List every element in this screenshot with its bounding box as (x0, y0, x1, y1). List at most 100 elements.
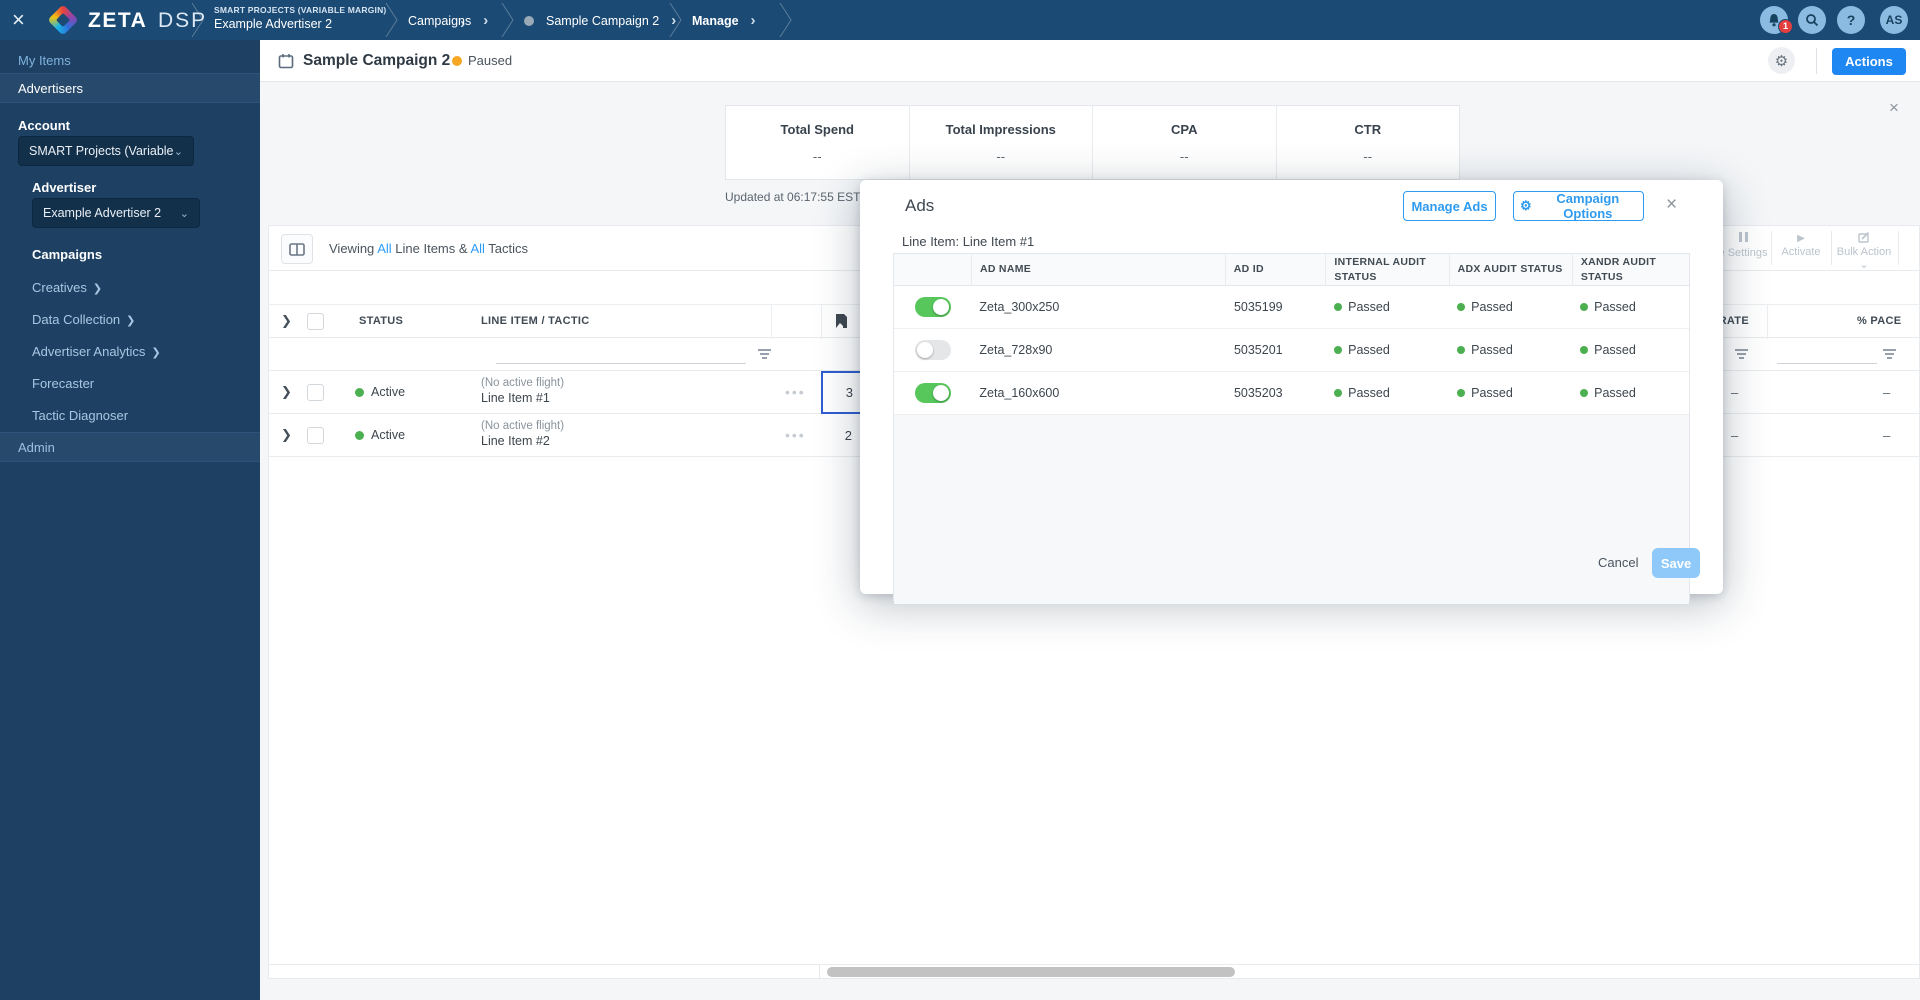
stat-value: -- (1179, 149, 1189, 164)
campaign-options-label: Campaign Options (1556, 191, 1620, 221)
ad-name: Zeta_300x250 (979, 300, 1060, 314)
column-header-status[interactable]: STATUS (359, 315, 403, 327)
column-header-line-item[interactable]: LINE ITEM / TACTIC (481, 315, 589, 327)
search-button[interactable] (1798, 6, 1826, 34)
toggle-knob (932, 299, 949, 315)
search-icon (1806, 14, 1819, 27)
row-menu-dots[interactable]: ••• (785, 427, 806, 443)
line-item-filter-input[interactable] (496, 346, 746, 364)
passed-dot-icon (1580, 346, 1589, 354)
actions-button[interactable]: Actions (1832, 48, 1906, 75)
viewing-all-tactics-link[interactable]: All (470, 241, 484, 256)
ad-id: 5035199 (1233, 300, 1283, 314)
sidebar-item-my-items[interactable]: My Items (18, 53, 71, 68)
ads-count-cell[interactable]: 2 (821, 414, 863, 457)
stat-total-spend: Total Spend -- (726, 106, 910, 179)
help-button[interactable]: ? (1837, 6, 1865, 34)
save-button[interactable]: Save (1652, 548, 1700, 578)
manage-ads-button[interactable]: Manage Ads (1403, 191, 1496, 221)
breadcrumb-separator-icon (501, 3, 514, 37)
row-checkbox[interactable] (307, 384, 324, 401)
ad-toggle-1[interactable] (914, 340, 951, 360)
column-header-pace[interactable]: % PACE (1857, 315, 1901, 327)
nav-label: Campaigns (32, 247, 103, 262)
close-icon[interactable]: × (12, 0, 25, 40)
breadcrumb-campaigns[interactable]: Campaigns (408, 12, 488, 30)
expand-all-chevron[interactable]: ❯ (281, 313, 292, 329)
ad-toggle-0[interactable] (914, 297, 951, 317)
stat-value: -- (812, 149, 822, 164)
campaign-options-button[interactable]: ⚙ Campaign Options (1513, 191, 1644, 221)
sidebar-item-tactic-diagnoser[interactable]: Tactic Diagnoser (32, 408, 128, 423)
avatar-initials: AS (1885, 13, 1903, 27)
sidebar-item-creatives[interactable]: Creatives ❯ (32, 280, 102, 295)
toolbar-activate[interactable]: ▶ Activate (1771, 232, 1831, 258)
columns-toggle-button[interactable] (281, 234, 313, 264)
xandr-audit-status: Passed (1572, 386, 1689, 400)
ad-toggle-2[interactable] (914, 383, 951, 403)
sidebar-item-advertisers[interactable]: Advertisers (0, 73, 260, 103)
stats-card: Total Spend -- Total Impressions -- CPA … (725, 105, 1460, 180)
account-select-value: SMART Projects (Variable M... (29, 144, 174, 158)
cancel-button[interactable]: Cancel (1598, 555, 1638, 570)
sidebar-item-admin[interactable]: Admin (0, 432, 260, 462)
advertiser-select[interactable]: Example Advertiser 2 ⌄ (32, 198, 200, 228)
creative-doc-icon (836, 314, 847, 328)
stat-label: CPA (1171, 122, 1198, 137)
row-menu-dots[interactable]: ••• (785, 384, 806, 400)
filter-icon[interactable] (1883, 347, 1896, 359)
stats-close-icon[interactable]: × (1889, 99, 1899, 116)
active-status-dot (355, 388, 364, 397)
viewing-all-line-items-link[interactable]: All (377, 241, 391, 256)
toggle-knob (932, 385, 949, 401)
filter-icon[interactable] (758, 347, 771, 359)
nav-label: Tactic Diagnoser (32, 408, 129, 423)
row-status: Active (371, 428, 406, 442)
select-all-checkbox[interactable] (307, 313, 324, 330)
scrollbar-thumb[interactable] (827, 967, 1235, 977)
settings-gear-button[interactable]: ⚙ (1768, 47, 1795, 74)
xandr-audit-status: Passed (1572, 343, 1689, 357)
modal-close-icon[interactable]: × (1666, 195, 1677, 214)
ads-table-empty-area (894, 415, 1689, 604)
ads-table-header: AD NAME AD ID INTERNAL AUDIT STATUS ADX … (894, 254, 1689, 286)
row-checkbox[interactable] (307, 427, 324, 444)
line-item-name[interactable]: Line Item #2 (481, 434, 564, 448)
sidebar-item-campaigns[interactable]: Campaigns (32, 247, 102, 262)
header-divider (1816, 48, 1817, 74)
xandr-audit-status: Passed (1572, 300, 1689, 314)
ads-count-cell-selected[interactable]: 3 (821, 371, 863, 414)
breadcrumb-campaign[interactable]: Sample Campaign 2 (524, 12, 676, 30)
row-expand-chevron[interactable]: ❯ (281, 427, 292, 443)
stat-total-impressions: Total Impressions -- (910, 106, 1093, 179)
advertiser-select-value: Example Advertiser 2 (43, 206, 162, 220)
chevron-right-icon: ❯ (151, 347, 161, 359)
toolbar-label: Activate (1781, 246, 1821, 258)
chevron-right-icon: ❯ (92, 283, 103, 295)
breadcrumb-separator-icon (191, 3, 204, 37)
pace-filter-input[interactable] (1777, 346, 1877, 364)
sidebar-item-forecaster[interactable]: Forecaster (32, 376, 94, 391)
ad-row: Zeta_160x600 5035203 Passed Passed Passe… (894, 372, 1689, 415)
sidebar-item-advertiser-analytics[interactable]: Advertiser Analytics ❯ (32, 344, 161, 359)
stat-value: -- (1363, 149, 1373, 164)
column-divider (1767, 305, 1768, 339)
chevron-down-icon: ⌄ (179, 207, 189, 220)
sidebar-item-data-collection[interactable]: Data Collection ❯ (32, 312, 135, 327)
toolbar-bulk-action[interactable]: Bulk Action ⌄ (1831, 231, 1897, 271)
passed-dot-icon (1457, 389, 1466, 397)
line-item-name[interactable]: Line Item #1 (481, 391, 564, 405)
modal-line-item-label: Line Item: Line Item #1 (902, 234, 1035, 249)
column-header-xandr-audit: XANDR AUDIT STATUS (1571, 254, 1689, 285)
ad-row: Zeta_728x90 5035201 Passed Passed Passed (894, 329, 1689, 372)
account-select[interactable]: SMART Projects (Variable M... ⌄ (18, 136, 194, 166)
row-expand-chevron[interactable]: ❯ (281, 384, 292, 400)
breadcrumb-account-label: Example Advertiser 2 (214, 17, 333, 31)
avatar[interactable]: AS (1880, 6, 1908, 34)
ads-count: 2 (844, 428, 852, 443)
breadcrumb-manage[interactable]: Manage (692, 12, 756, 30)
filter-icon[interactable] (1735, 347, 1748, 359)
breadcrumb-separator-icon (669, 3, 682, 37)
stat-cpa: CPA -- (1093, 106, 1277, 179)
internal-audit-status: Passed (1326, 386, 1449, 400)
